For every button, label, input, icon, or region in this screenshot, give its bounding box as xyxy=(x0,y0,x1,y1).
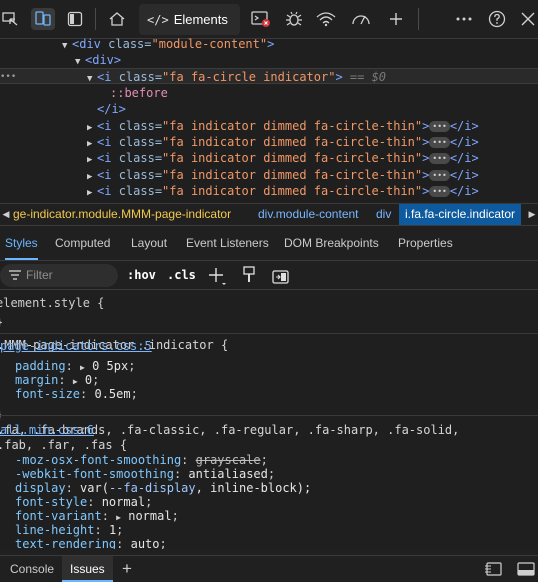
rule-selector-fa-continued[interactable]: .fab, .far, .fas { xyxy=(0,438,127,452)
dom-node-dimmed-3[interactable]: ▶ <i class="fa indicator dimmed fa-circle… xyxy=(87,150,479,166)
dollar-zero-hint: == $0 xyxy=(349,70,387,84)
prop-font-style[interactable]: font-style: normal; xyxy=(15,495,152,509)
bug-icon[interactable] xyxy=(283,8,305,30)
ellipsis-badge[interactable]: ••• xyxy=(429,170,450,181)
console-icon[interactable] xyxy=(250,8,272,30)
expand-arrow-icon[interactable]: ▶ xyxy=(87,185,97,201)
dock-drawer-icon[interactable] xyxy=(517,562,535,579)
breadcrumb-module[interactable]: ge-indicator.module.MMM-page-indicator xyxy=(13,204,231,225)
drawer-tab-console[interactable]: Console xyxy=(2,556,62,582)
dom-tree: ▼ <div class="module-content"> ▼ <div> •••… xyxy=(0,36,538,201)
collapse-arrow-icon[interactable]: ▼ xyxy=(62,38,72,54)
inspect-icon[interactable] xyxy=(31,8,55,30)
breadcrumb-div[interactable]: div xyxy=(376,204,391,225)
rule-divider xyxy=(0,415,538,416)
collapse-arrow-icon[interactable]: ▼ xyxy=(87,71,97,87)
tab-layout[interactable]: Layout xyxy=(131,228,167,260)
drawer-add-tab-icon[interactable]: + xyxy=(114,556,140,582)
toolbar-divider xyxy=(95,8,96,30)
drawer-tabbar: Console Issues + xyxy=(0,555,538,582)
code-icon: </> xyxy=(147,12,169,27)
element-style-selector[interactable]: element.style { xyxy=(0,296,104,310)
tab-styles[interactable]: Styles xyxy=(5,228,38,260)
more-icon[interactable] xyxy=(453,8,475,30)
hov-toggle[interactable]: :hov xyxy=(127,262,156,288)
dom-node-selected-indicator[interactable]: ••• ▼ <i class="fa fa-circle indicator"> … xyxy=(0,68,538,84)
devtools-toolbar: </> Elements xyxy=(0,0,538,39)
close-icon[interactable] xyxy=(518,8,538,30)
breadcrumb: ◀ ge-indicator.module.MMM-page-indicator… xyxy=(0,203,538,226)
expand-shorthand-icon[interactable]: ▶ xyxy=(116,513,121,522)
expand-arrow-icon[interactable]: ▶ xyxy=(87,152,97,168)
new-style-rule-icon[interactable] xyxy=(207,266,227,286)
expand-shorthand-icon[interactable]: ▶ xyxy=(80,363,85,372)
prop-font-variant[interactable]: font-variant: ▶ normal; xyxy=(15,509,179,523)
dom-node-dimmed-4[interactable]: ▶ <i class="fa indicator dimmed fa-circle… xyxy=(87,167,479,183)
prop-font-size[interactable]: font-size: 0.5em; xyxy=(15,387,138,401)
welcome-home-icon[interactable] xyxy=(106,8,128,30)
styles-pane: element.style { } .MMM-page-indicator .i… xyxy=(0,291,538,549)
toggle-sidebar-icon[interactable] xyxy=(272,267,290,284)
toolbar-divider xyxy=(418,8,419,30)
ellipsis-badge[interactable]: ••• xyxy=(429,137,450,148)
prop-padding[interactable]: padding: ▶ 0 5px; xyxy=(15,359,135,373)
prop-margin[interactable]: margin: ▶ 0; xyxy=(15,373,99,387)
tab-computed[interactable]: Computed xyxy=(55,228,110,260)
ellipsis-badge[interactable]: ••• xyxy=(429,121,450,132)
dom-close-tag[interactable]: </i> xyxy=(97,101,126,117)
prop-text-rendering[interactable]: text-rendering: auto; xyxy=(15,537,167,549)
dom-node-div[interactable]: ▼ <div> xyxy=(75,52,121,68)
dom-pseudo-before[interactable]: ::before xyxy=(110,85,168,101)
add-tab-icon[interactable] xyxy=(385,8,407,30)
tab-properties[interactable]: Properties xyxy=(398,228,453,260)
undock-drawer-icon[interactable] xyxy=(484,562,502,579)
dom-node-dimmed-5[interactable]: ▶ <i class="fa indicator dimmed fa-circle… xyxy=(87,183,479,199)
rule-divider xyxy=(0,333,538,334)
prop-display[interactable]: display: var(--fa-display, inline-block)… xyxy=(15,481,311,495)
drawer-tab-issues[interactable]: Issues xyxy=(62,556,113,582)
css-variable-link[interactable]: --fa-display xyxy=(109,481,196,495)
breadcrumb-module-content[interactable]: div.module-content xyxy=(258,204,359,225)
dom-node-module-content[interactable]: ▼ <div class="module-content"> xyxy=(62,36,274,52)
ellipsis-badge[interactable]: ••• xyxy=(429,153,450,164)
filter-input[interactable]: Filter xyxy=(0,264,118,287)
scroll-right-icon[interactable]: ▶ xyxy=(526,204,538,225)
breadcrumb-selected[interactable]: i.fa.fa-circle.indicator xyxy=(399,204,522,225)
dock-icon[interactable] xyxy=(64,8,86,30)
gutter-more-icon[interactable]: ••• xyxy=(0,69,16,85)
tab-event-listeners[interactable]: Event Listeners xyxy=(186,228,269,260)
tab-elements[interactable]: </> Elements xyxy=(139,4,240,35)
rule-close-brace: } xyxy=(0,315,3,329)
scroll-left-icon[interactable]: ◀ xyxy=(0,204,12,225)
source-link-all-min[interactable]: all.min.css:6 xyxy=(0,423,530,437)
prop-line-height[interactable]: line-height: 1; xyxy=(15,523,123,537)
help-icon[interactable] xyxy=(486,8,508,30)
dom-node-dimmed-2[interactable]: ▶ <i class="fa indicator dimmed fa-circle… xyxy=(87,134,479,150)
cls-toggle[interactable]: .cls xyxy=(167,262,196,288)
filter-placeholder: Filter xyxy=(26,268,53,282)
tab-dom-breakpoints[interactable]: DOM Breakpoints xyxy=(284,228,379,260)
performance-gauge-icon[interactable] xyxy=(350,8,372,30)
tab-elements-label: Elements xyxy=(173,12,228,27)
prop-webkit-font-smoothing[interactable]: -webkit-font-smoothing: antialiased; xyxy=(15,467,275,481)
expand-shorthand-icon[interactable]: ▶ xyxy=(73,377,78,386)
prop-moz-osx-font-smoothing[interactable]: -moz-osx-font-smoothing: grayscale; xyxy=(15,453,268,467)
source-link-page-indicators[interactable]: page-indicators.css:5 xyxy=(0,339,530,353)
network-wifi-icon[interactable] xyxy=(315,8,337,30)
styles-tabbar: Styles Computed Layout Event Listeners D… xyxy=(0,228,538,261)
styles-filter-bar: Filter :hov .cls xyxy=(0,262,538,290)
device-emulation-icon[interactable] xyxy=(0,8,22,30)
paint-brush-icon[interactable] xyxy=(242,266,258,286)
ellipsis-badge[interactable]: ••• xyxy=(429,186,450,197)
filter-icon xyxy=(9,270,21,280)
dom-node-dimmed-1[interactable]: ▶ <i class="fa indicator dimmed fa-circle… xyxy=(87,118,479,134)
